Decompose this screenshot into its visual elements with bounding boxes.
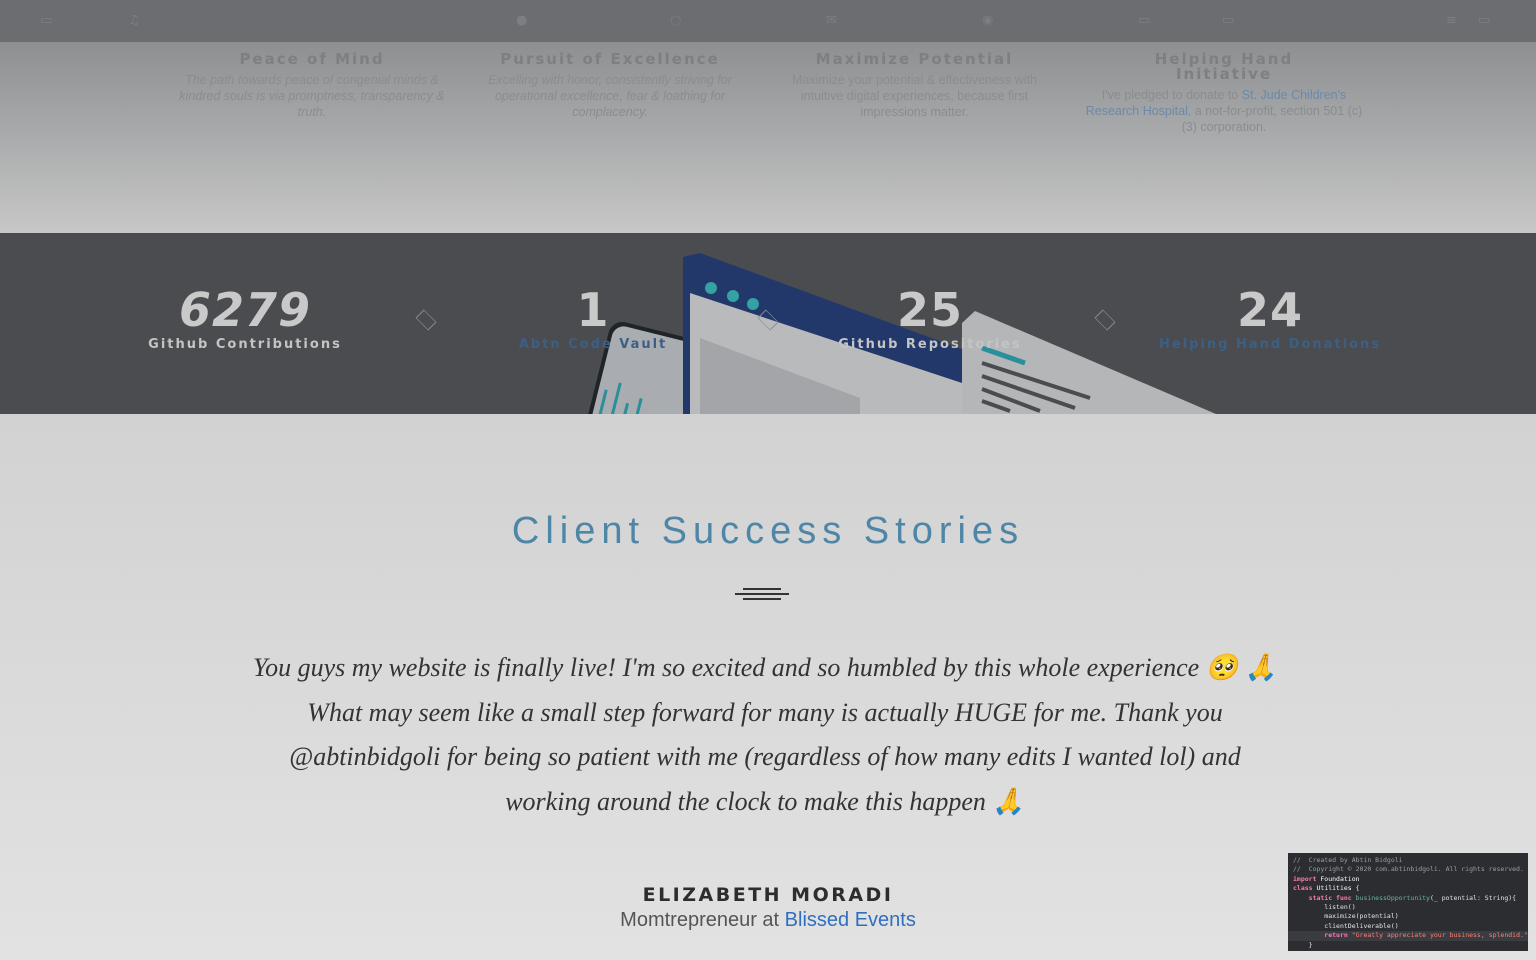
stat-label: Github Contributions (148, 337, 342, 352)
code-keyword: class (1293, 884, 1313, 893)
code-function: businessOpportunity (1351, 893, 1430, 902)
code-line: // Copyright © 2020 com.abtinbidgoli. Al… (1293, 865, 1524, 874)
stat-label[interactable]: Abtn Code Vault (463, 337, 723, 352)
feature-text: Excelling with honor, consistently striv… (488, 73, 732, 119)
search-icon[interactable]: ○ (670, 13, 681, 28)
code-text: { (1351, 884, 1360, 893)
feature-peace-of-mind: Peace of Mind The path towards peace of … (172, 52, 452, 120)
code-line: maximize(potential) (1293, 912, 1399, 921)
feature-text-after: , a not-for-profit, section 501 (c)(3) c… (1181, 104, 1363, 134)
stat-number: 1 (576, 283, 610, 337)
code-text: Foundation (1316, 874, 1360, 883)
section-title: Client Success Stories (511, 510, 1025, 552)
feature-title: Helping Hand Initiative (1154, 50, 1294, 83)
feature-text: The path towards peace of congenial mind… (179, 73, 445, 119)
home-icon[interactable]: ▭ (40, 13, 52, 28)
code-type: Utilities (1312, 884, 1352, 893)
stat-github-contributions: 6279 Github Contributions (115, 285, 375, 352)
feature-helping-hand: Helping Hand Initiative I've pledged to … (1084, 52, 1364, 135)
code-line: listen() (1293, 903, 1356, 912)
code-highlight-line: return "Greatly appreciate your business… (1288, 931, 1528, 941)
top-navbar: ▭ ♫ ● ○ ✉ ◉ ▭ ▭ ≡ ▭ (0, 0, 1536, 42)
feature-title: Peace of Mind (239, 50, 385, 68)
title-divider-icon (735, 584, 789, 604)
feature-text: Maximize your potential & effectiveness … (791, 73, 1038, 119)
stat-label: Github Repositories (838, 337, 1022, 352)
features-section: Peace of Mind The path towards peace of … (0, 42, 1536, 233)
blissed-events-link[interactable]: Blissed Events (785, 909, 916, 931)
code-keyword: static func (1293, 893, 1352, 902)
stat-github-repositories: 25 Github Repositories (800, 285, 1060, 352)
code-keyword: import (1293, 874, 1317, 883)
globe-icon[interactable]: ◉ (982, 13, 993, 28)
code-snippet-widget[interactable]: // Created by Abtin Bidgoli // Copyright… (1288, 853, 1528, 951)
code-text: (_ potential: String){ (1429, 893, 1517, 902)
mail-icon[interactable]: ✉ (826, 13, 837, 28)
code-line: clientDeliverable() (1293, 921, 1399, 930)
feature-title: Pursuit of Excellence (500, 50, 720, 68)
feature-maximize-potential: Maximize Potential Maximize your potenti… (772, 52, 1057, 120)
testimonial-quote: You guys my website is finally live! I'm… (253, 653, 1277, 816)
stat-number: 24 (1236, 283, 1303, 337)
feature-text-before: I've pledged to donate to (1101, 88, 1242, 102)
chat-icon[interactable]: ● (516, 13, 527, 28)
card-icon[interactable]: ▭ (1222, 13, 1234, 28)
feature-title: Maximize Potential (815, 50, 1014, 68)
stat-number: 25 (896, 283, 963, 337)
code-line: // Created by Abtin Bidgoli (1293, 856, 1403, 864)
code-keyword: return (1293, 931, 1348, 940)
folder-icon[interactable]: ▭ (1138, 13, 1150, 28)
menu-icon[interactable]: ≡ (1446, 13, 1457, 28)
music-icon[interactable]: ♫ (128, 13, 140, 28)
stat-label[interactable]: Helping Hand Donations (1140, 337, 1400, 352)
feature-pursuit-of-excellence: Pursuit of Excellence Excelling with hon… (470, 52, 750, 120)
stat-number: 6279 (178, 283, 312, 337)
code-line: } (1293, 940, 1313, 949)
feature-text: I've pledged to donate to St. Jude Child… (1084, 87, 1364, 135)
window-icon[interactable]: ▭ (1478, 13, 1490, 28)
stat-code-vault[interactable]: 1 Abtn Code Vault (463, 285, 723, 352)
stat-helping-hand-donations[interactable]: 24 Helping Hand Donations (1140, 285, 1400, 352)
code-string: "Greatly appreciate your business, splen… (1347, 931, 1528, 940)
author-role-text: Momtrepreneur at (620, 909, 785, 931)
